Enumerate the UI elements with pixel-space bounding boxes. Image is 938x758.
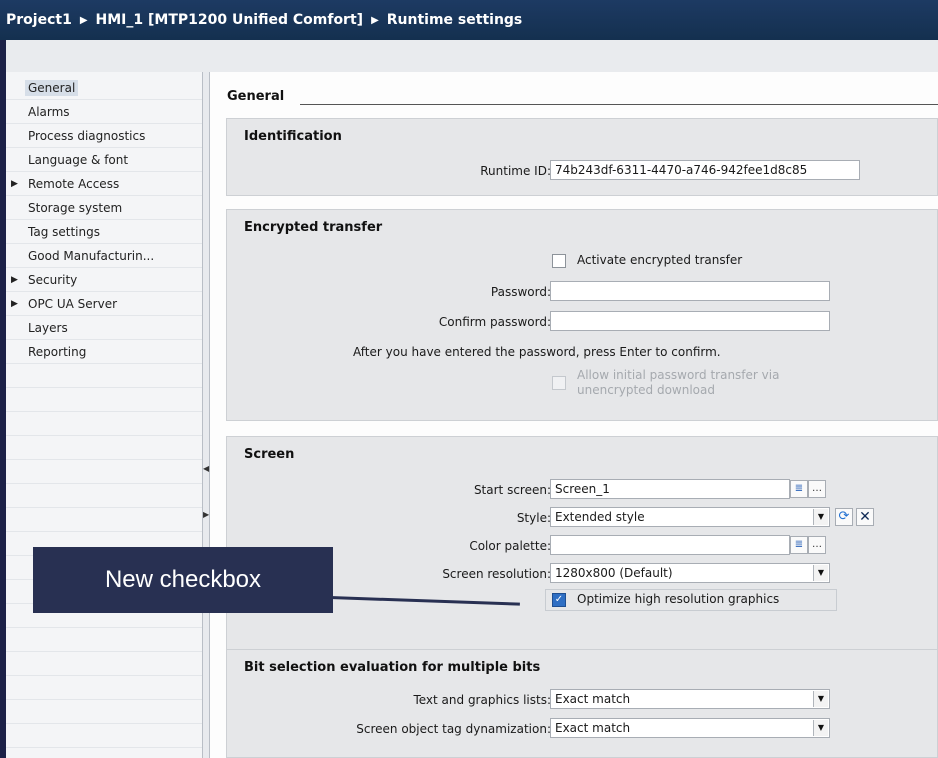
callout-box: New checkbox [33, 547, 333, 613]
panel-splitter[interactable]: ◀ ▶ [202, 72, 210, 758]
nav-item-reporting[interactable]: Reporting [6, 340, 202, 364]
chevron-down-icon[interactable]: ▼ [813, 509, 828, 525]
password-hint: After you have entered the password, pre… [353, 345, 721, 359]
refresh-icon[interactable]: ⟳ [835, 508, 853, 526]
section-title: General [227, 89, 285, 104]
tag-dynamization-dropdown[interactable]: Exact match ▼ [550, 718, 830, 738]
editor-toolbar [6, 40, 938, 73]
nav-item-process-diagnostics[interactable]: Process diagnostics [6, 124, 202, 148]
confirm-password-label: Confirm password: [438, 315, 551, 329]
nav-item-label: OPC UA Server [28, 297, 118, 311]
style-dropdown[interactable]: Extended style ▼ [550, 507, 830, 527]
identification-title: Identification [244, 129, 342, 144]
confirm-password-field[interactable] [550, 311, 830, 331]
close-icon[interactable]: ✕ [856, 508, 874, 526]
text-graphics-lists-dropdown[interactable]: Exact match ▼ [550, 689, 830, 709]
screen-resolution-dropdown[interactable]: 1280x800 (Default) ▼ [550, 563, 830, 583]
runtime-id-label: Runtime ID: [480, 164, 551, 178]
nav-item-label: Storage system [28, 201, 123, 215]
start-screen-field[interactable]: Screen_1 [550, 479, 790, 499]
bit-selection-group: Bit selection evaluation for multiple bi… [226, 649, 938, 758]
allow-initial-transfer-label-line2: unencrypted download [577, 383, 715, 397]
start-screen-label: Start screen: [473, 483, 551, 497]
nav-item-label: Process diagnostics [28, 129, 146, 143]
expand-right-icon[interactable]: ▶ [203, 510, 209, 520]
nav-item-alarms[interactable]: Alarms [6, 100, 202, 124]
runtime-id-field[interactable]: 74b243df-6311-4470-a746-942fee1d8c85 [550, 160, 860, 180]
nav-item-tag-settings[interactable]: Tag settings [6, 220, 202, 244]
password-field[interactable] [550, 281, 830, 301]
nav-item-label: Tag settings [28, 225, 100, 239]
allow-initial-transfer-label-line1: Allow initial password transfer via [577, 368, 780, 382]
optimize-graphics-label: Optimize high resolution graphics [577, 592, 780, 606]
text-graphics-lists-value: Exact match [555, 692, 631, 706]
browse-button[interactable]: … [808, 536, 826, 554]
nav-item-language-font[interactable]: Language & font [6, 148, 202, 172]
nav-item-label: Alarms [28, 105, 70, 119]
nav-item-storage-system[interactable]: Storage system [6, 196, 202, 220]
activate-encrypted-checkbox[interactable] [552, 254, 566, 268]
breadcrumb: Project1 ▶ HMI_1 [MTP1200 Unified Comfort]… [0, 0, 938, 40]
screen-title: Screen [244, 447, 295, 462]
text-graphics-lists-label: Text and graphics lists: [413, 693, 551, 707]
activate-encrypted-label: Activate encrypted transfer [577, 253, 743, 267]
tag-dynamization-label: Screen object tag dynamization: [356, 722, 551, 736]
screen-resolution-label: Screen resolution: [442, 567, 551, 581]
chevron-down-icon[interactable]: ▼ [813, 720, 828, 736]
allow-initial-transfer-checkbox[interactable] [552, 376, 566, 390]
collapse-left-icon[interactable]: ◀ [203, 464, 209, 474]
settings-navigation: General Alarms Process diagnostics Langu… [6, 72, 202, 758]
nav-item-label: Good Manufacturin... [28, 249, 155, 263]
expand-arrow-icon[interactable]: ▶ [11, 268, 18, 292]
chevron-down-icon[interactable]: ▼ [813, 691, 828, 707]
bit-selection-title: Bit selection evaluation for multiple bi… [244, 660, 541, 675]
nav-item-remote-access[interactable]: ▶ Remote Access [6, 172, 202, 196]
nav-item-label: Remote Access [28, 177, 120, 191]
style-label: Style: [516, 511, 551, 525]
nav-item-general[interactable]: General [6, 76, 202, 100]
nav-item-label: General [25, 80, 79, 96]
breadcrumb-device[interactable]: HMI_1 [MTP1200 Unified Comfort] [96, 12, 364, 28]
nav-item-good-manufacturing[interactable]: Good Manufacturin... [6, 244, 202, 268]
optimize-graphics-checkbox[interactable]: ✓ [552, 593, 566, 607]
screen-resolution-value: 1280x800 (Default) [555, 566, 673, 580]
breadcrumb-project[interactable]: Project1 [6, 12, 72, 28]
password-label: Password: [490, 285, 551, 299]
encrypted-transfer-group: Encrypted transfer Activate encrypted tr… [226, 209, 938, 421]
tag-dynamization-value: Exact match [555, 721, 631, 735]
nav-item-security[interactable]: ▶ Security [6, 268, 202, 292]
color-palette-field[interactable] [550, 535, 790, 555]
nav-item-label: Language & font [28, 153, 129, 167]
nav-item-label: Layers [28, 321, 68, 335]
browse-button[interactable]: … [808, 480, 826, 498]
identification-group: Identification Runtime ID: 74b243df-6311… [226, 118, 938, 196]
nav-item-opc-ua-server[interactable]: ▶ OPC UA Server [6, 292, 202, 316]
chevron-down-icon[interactable]: ▼ [813, 565, 828, 581]
style-value: Extended style [555, 510, 645, 524]
list-select-icon[interactable]: ≣ [790, 480, 808, 498]
breadcrumb-separator-icon: ▶ [371, 15, 379, 26]
list-select-icon[interactable]: ≣ [790, 536, 808, 554]
breadcrumb-page: Runtime settings [386, 12, 523, 28]
breadcrumb-separator-icon: ▶ [79, 15, 88, 26]
settings-content: General Identification Runtime ID: 74b24… [210, 72, 938, 758]
encrypted-transfer-title: Encrypted transfer [244, 220, 383, 235]
nav-item-layers[interactable]: Layers [6, 316, 202, 340]
expand-arrow-icon[interactable]: ▶ [11, 292, 18, 316]
section-divider [300, 104, 938, 105]
nav-item-label: Security [28, 273, 78, 287]
nav-item-label: Reporting [28, 345, 87, 359]
expand-arrow-icon[interactable]: ▶ [11, 172, 18, 196]
color-palette-label: Color palette: [469, 539, 551, 553]
